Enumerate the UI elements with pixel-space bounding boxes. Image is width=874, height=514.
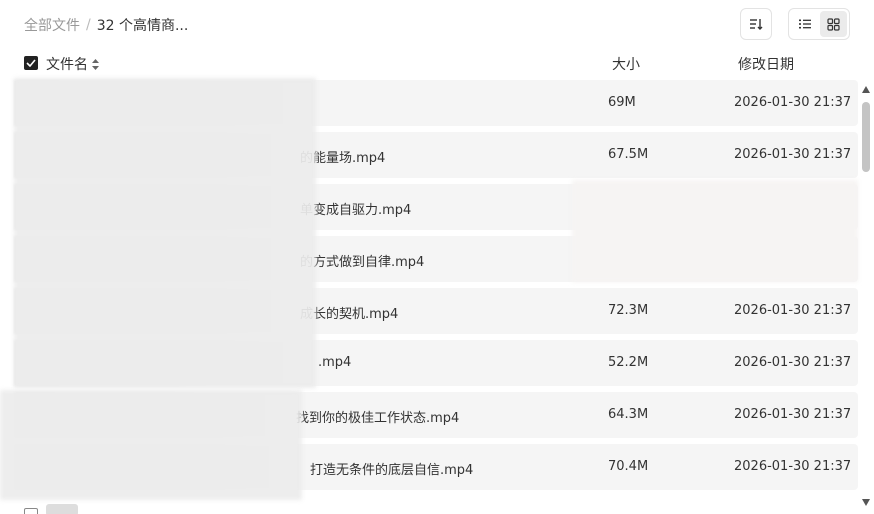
file-name: 的方式做到自律.mp4 xyxy=(300,255,425,270)
list-view-icon xyxy=(798,19,811,29)
file-name: 找到你的极佳工作状态.mp4 xyxy=(296,411,460,426)
privacy-blur xyxy=(14,78,316,388)
file-size: 70.4M xyxy=(608,459,649,474)
checkmark-icon xyxy=(26,59,36,67)
grid-view-icon xyxy=(827,17,840,31)
row-checkbox[interactable] xyxy=(24,508,38,514)
file-date: 2026-01-30 21:37 xyxy=(734,147,852,162)
grid-view-button[interactable] xyxy=(820,11,847,37)
scrollbar-thumb[interactable] xyxy=(862,102,870,172)
file-date: 2026-01-30 21:37 xyxy=(734,459,852,474)
file-size: 69M xyxy=(608,95,636,110)
sort-button[interactable] xyxy=(740,8,772,40)
file-name: 打造无条件的底层自信.mp4 xyxy=(310,463,474,478)
sort-arrows-icon xyxy=(92,58,99,70)
table-header: 文件名 大小 修改日期 xyxy=(24,54,854,74)
file-date: 2026-01-30 21:37 xyxy=(734,95,852,110)
scroll-down-arrow-icon[interactable] xyxy=(862,499,870,506)
file-date: 2026-01-30 21:37 xyxy=(734,355,852,370)
privacy-blur xyxy=(572,180,858,282)
column-header-name-label: 文件名 xyxy=(46,57,88,73)
file-browser: 全部文件 / 32 个高情商... 文件名 大小 修改日期 69M 2026-0… xyxy=(0,0,874,514)
scroll-up-arrow-icon[interactable] xyxy=(862,86,870,93)
column-header-size[interactable]: 大小 xyxy=(612,54,640,74)
select-all-checkbox[interactable] xyxy=(24,56,38,70)
file-name: .mp4 xyxy=(318,355,352,370)
file-name: 单变成自驱力.mp4 xyxy=(300,203,412,218)
breadcrumb-root-link[interactable]: 全部文件 xyxy=(24,15,80,35)
vertical-scrollbar[interactable] xyxy=(860,86,872,506)
breadcrumb-current-folder: 32 个高情商... xyxy=(96,18,189,34)
file-size: 52.2M xyxy=(608,355,649,370)
view-toggle xyxy=(788,8,850,40)
file-size: 67.5M xyxy=(608,147,649,162)
sort-icon xyxy=(750,19,763,30)
file-size: 72.3M xyxy=(608,303,649,318)
file-size: 64.3M xyxy=(608,407,649,422)
list-view-button[interactable] xyxy=(791,11,818,37)
file-date: 2026-01-30 21:37 xyxy=(734,303,852,318)
column-header-name[interactable]: 文件名 xyxy=(46,54,99,74)
breadcrumb-separator: / xyxy=(86,17,91,33)
column-header-date[interactable]: 修改日期 xyxy=(738,54,794,74)
breadcrumb: 全部文件 / 32 个高情商... xyxy=(24,15,188,35)
file-thumbnail xyxy=(46,504,78,514)
privacy-blur xyxy=(0,390,302,500)
file-date: 2026-01-30 21:37 xyxy=(734,407,852,422)
